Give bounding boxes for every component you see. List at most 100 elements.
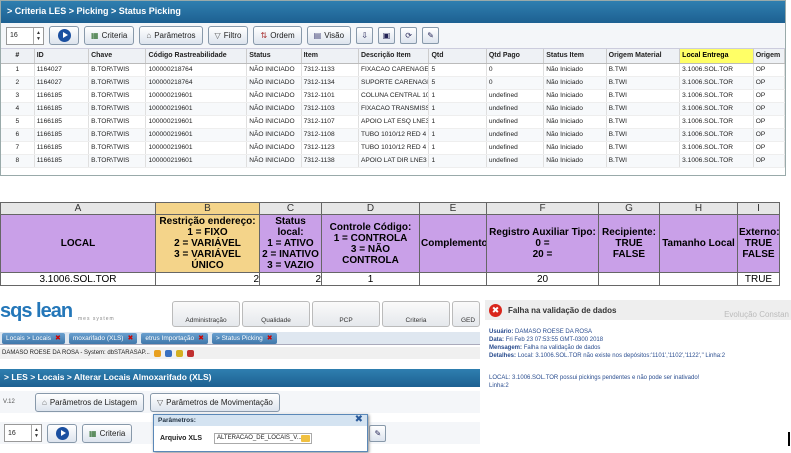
table-cell: Não Iniciado	[543, 63, 607, 77]
page-size-stepper[interactable]: 16 ▲ ▼	[4, 424, 42, 442]
order-button[interactable]: ⇅ Ordem	[253, 26, 302, 45]
sheet-cell[interactable]	[659, 272, 738, 286]
table-cell: 0	[486, 76, 545, 90]
refresh-icon[interactable]: ⟳	[400, 27, 418, 44]
sheet-header-cell[interactable]: Recipiente: TRUE FALSE	[598, 214, 660, 273]
column-letter[interactable]: F	[486, 202, 599, 215]
list-parameters-button[interactable]: ⌂ Parâmetros de Listagem	[35, 392, 144, 412]
module-administracao[interactable]: Administração	[172, 301, 240, 327]
sheet-header-cell[interactable]: LOCAL	[0, 214, 156, 273]
criteria-button[interactable]: ▦ Criteria	[82, 423, 133, 443]
tab-locais[interactable]: Locais > Locais ✖	[2, 332, 65, 344]
parameters-button[interactable]: ⌂ Parâmetros	[139, 26, 203, 45]
sheet-cell[interactable]: 1	[321, 272, 420, 286]
column-header[interactable]: #	[1, 49, 35, 64]
table-row[interactable]: 3 1166185 B.TOR\TWIS 100000219601 NÃO INICIA…	[1, 89, 786, 103]
table-cell: 100000218764	[145, 76, 248, 90]
sheet-cell[interactable]	[598, 272, 660, 286]
table-row[interactable]: 8 1166185 B.TOR\TWIS 100000219601 NÃO INICIA…	[1, 154, 786, 168]
module-pcp[interactable]: PCP	[312, 301, 380, 327]
criteria-button[interactable]: ▦ Criteria	[84, 26, 135, 45]
close-icon[interactable]: ✖	[127, 334, 133, 342]
lock-icon[interactable]	[175, 349, 183, 357]
column-letter[interactable]: H	[659, 202, 738, 215]
funnel-icon: ▽	[157, 397, 164, 407]
run-button[interactable]	[49, 26, 79, 45]
tools-icon[interactable]: ✎	[422, 27, 440, 44]
run-button[interactable]	[47, 423, 77, 443]
column-letter[interactable]: I	[737, 202, 780, 215]
table-cell: 3.1006.SOL.TOR	[679, 89, 754, 103]
sheet-header-cell[interactable]: Complemento	[419, 214, 487, 273]
tab-almoxarifado[interactable]: moxarifado (XLS) ✖	[68, 332, 138, 344]
module-ged[interactable]: GED	[452, 301, 480, 327]
table-cell: APOIO LAT ESQ LNE3	[358, 115, 430, 129]
column-header[interactable]: Chave	[88, 49, 147, 64]
sheet-header-cell[interactable]: Externo: TRUE FALSE	[737, 214, 780, 273]
close-icon[interactable]: ✖	[355, 414, 363, 425]
filter-button[interactable]: ▽ Filtro	[207, 26, 249, 45]
export-icon[interactable]: ⇩	[356, 27, 374, 44]
error-message: Falha na validação de dados	[523, 345, 601, 351]
column-header[interactable]: ID	[34, 49, 90, 64]
sheet-header-cell[interactable]: Restrição endereço: 1 = FIXO 2 = VARIÁVE…	[155, 214, 260, 273]
sheet-cell[interactable]	[419, 272, 487, 286]
close-icon[interactable]: ✖	[55, 334, 61, 342]
page-size-stepper[interactable]: 16 ▲ ▼	[6, 26, 44, 45]
sheet-header-cell[interactable]: Registro Auxiliar Tipo: 0 = 20 =	[486, 214, 599, 273]
close-icon[interactable]: ✖	[267, 334, 273, 342]
table-row[interactable]: 6 1166185 B.TOR\TWIS 100000219601 NÃO INICIA…	[1, 128, 786, 142]
sheet-header-cell[interactable]: Controle Código: 1 = CONTROLA 3 = NÃO CO…	[321, 214, 420, 273]
table-row[interactable]: 1 1164027 B.TOR\TWIS 100000218764 NÃO INICIA…	[1, 63, 786, 77]
tab-status-picking[interactable]: > Status Picking ✖	[211, 332, 277, 344]
column-letter[interactable]: C	[259, 202, 322, 215]
column-letter[interactable]: G	[598, 202, 660, 215]
sheet-cell[interactable]: 2	[155, 272, 260, 286]
column-header[interactable]: Origem	[753, 49, 786, 64]
alert-icon[interactable]	[153, 349, 161, 357]
table-row[interactable]: 2 1164027 B.TOR\TWIS 100000218764 NÃO INICIA…	[1, 76, 786, 90]
column-letter[interactable]: A	[0, 202, 156, 215]
table-row[interactable]: 7 1166185 B.TOR\TWIS 100000219601 NÃO INICIA…	[1, 141, 786, 155]
column-header[interactable]: Status	[246, 49, 302, 64]
column-letter[interactable]: E	[419, 202, 487, 215]
column-header[interactable]: Item	[301, 49, 359, 64]
close-icon[interactable]: ✖	[198, 334, 204, 342]
sheet-header-cell[interactable]: Tamanho Local	[659, 214, 738, 273]
sheet-cell[interactable]: TRUE	[737, 272, 780, 286]
table-cell: NÃO INICIADO	[246, 154, 302, 168]
column-header[interactable]: Origem Material	[606, 49, 681, 64]
module-qualidade[interactable]: Qualidade	[242, 301, 310, 327]
xls-file-input[interactable]: ALTERACAO_DE_LOCAIS_V...	[214, 433, 313, 444]
module-criteria[interactable]: Criteria	[382, 301, 450, 327]
column-header[interactable]: Código Rastreabilidade	[145, 49, 248, 64]
sheet-cell[interactable]: 20	[486, 272, 599, 286]
column-letter[interactable]: B	[155, 202, 260, 215]
column-header[interactable]: Qtd	[428, 49, 487, 64]
user-bar: DAMASO ROESE DA ROSA - System: dbSTARASA…	[0, 347, 480, 359]
column-header[interactable]: Qtd Pago	[486, 49, 545, 64]
stepper-arrows-icon[interactable]: ▲ ▼	[33, 27, 43, 44]
column-header[interactable]: Status Item	[543, 49, 607, 64]
tools-icon[interactable]: ✎	[369, 424, 387, 442]
column-header[interactable]: Descrição Item	[358, 49, 430, 64]
sheet-cell[interactable]: 2	[259, 272, 322, 286]
sheet-cell[interactable]: 3.1006.SOL.TOR	[0, 272, 156, 286]
folder-icon[interactable]	[301, 435, 311, 442]
table-cell: OP	[753, 76, 786, 90]
movement-parameters-button[interactable]: ▽ Parâmetros de Movimentação	[150, 392, 280, 412]
table-row[interactable]: 5 1166185 B.TOR\TWIS 100000219601 NÃO INICIA…	[1, 115, 786, 129]
tab-importacao[interactable]: etrus Importação ✖	[141, 332, 208, 344]
table-cell: 1166185	[34, 154, 90, 168]
table-cell: B.TWI	[606, 89, 681, 103]
close-icon[interactable]	[186, 349, 194, 357]
info-icon[interactable]	[164, 349, 172, 357]
sheet-header-row: LOCAL Restrição endereço: 1 = FIXO 2 = VA…	[0, 214, 780, 273]
stepper-arrows-icon[interactable]: ▲ ▼	[31, 425, 41, 441]
table-row[interactable]: 4 1166185 B.TOR\TWIS 100000219601 NÃO INICIA…	[1, 102, 786, 116]
column-header[interactable]: Local Entrega	[679, 49, 754, 64]
view-button[interactable]: ▤ Visão	[306, 26, 352, 45]
sheet-header-cell[interactable]: Status local: 1 = ATIVO 2 = INATIVO 3 = …	[259, 214, 322, 273]
save-icon[interactable]: ▣	[378, 27, 396, 44]
column-letter[interactable]: D	[321, 202, 420, 215]
